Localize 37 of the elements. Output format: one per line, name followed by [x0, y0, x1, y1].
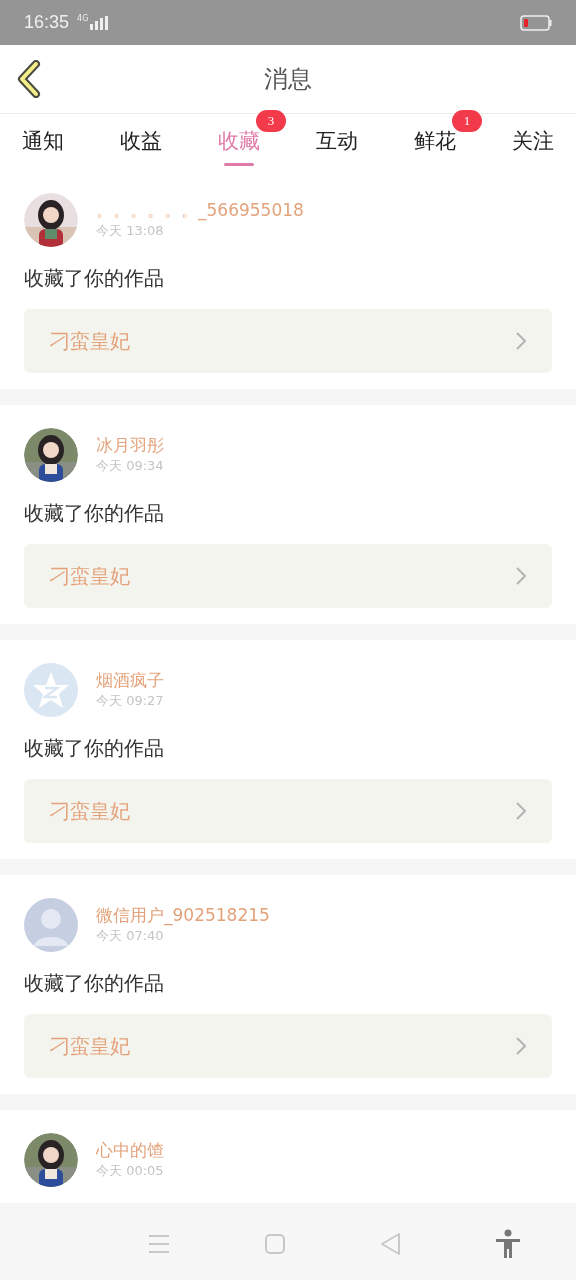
tab[interactable]: 关注 [512, 122, 554, 162]
count-badge: 3 [256, 110, 286, 132]
message-time: 今天 00:05 [96, 1162, 164, 1180]
network-label: 4G [77, 13, 89, 25]
tab[interactable]: 收益 [120, 122, 162, 162]
back-triangle-icon[interactable] [379, 1233, 400, 1255]
user-name: 。。。。。。_566955018 [96, 199, 304, 221]
tab[interactable]: 互动 [316, 122, 358, 162]
avatar-icon [24, 898, 78, 952]
count-badge: 1 [452, 110, 482, 132]
accessibility-icon[interactable] [494, 1229, 521, 1259]
message-time: 今天 09:34 [96, 457, 164, 475]
menu-icon[interactable] [147, 1234, 170, 1254]
chevron-right-icon [516, 332, 526, 350]
clock: 16:35 [24, 11, 70, 34]
tab-indicator [224, 163, 254, 166]
star-avatar-icon [24, 663, 78, 717]
message-text: 收藏了你的作品 [24, 500, 165, 527]
chevron-right-icon [516, 567, 526, 585]
message-time: 今天 09:27 [96, 692, 164, 710]
user-name: 冰月羽彤 [96, 434, 164, 456]
tab[interactable]: 通知 [22, 122, 64, 162]
back-icon [16, 60, 42, 98]
message-time: 今天 07:40 [96, 927, 165, 945]
message-time: 今天 13:08 [96, 222, 165, 240]
battery-icon [520, 14, 552, 31]
message-text: 收藏了你的作品 [24, 265, 165, 292]
signal-icon [90, 15, 109, 30]
user-name: 微信用户_902518215 [96, 904, 270, 926]
user-name: 烟酒疯子 [96, 669, 164, 691]
chevron-right-icon [516, 1037, 526, 1055]
chevron-right-icon [516, 802, 526, 820]
page-title: 消息 [264, 64, 312, 95]
user-name: 心中的馇 [96, 1139, 164, 1161]
message-text: 收藏了你的作品 [24, 970, 165, 997]
message-text: 收藏了你的作品 [24, 735, 165, 762]
home-icon[interactable] [264, 1234, 285, 1254]
